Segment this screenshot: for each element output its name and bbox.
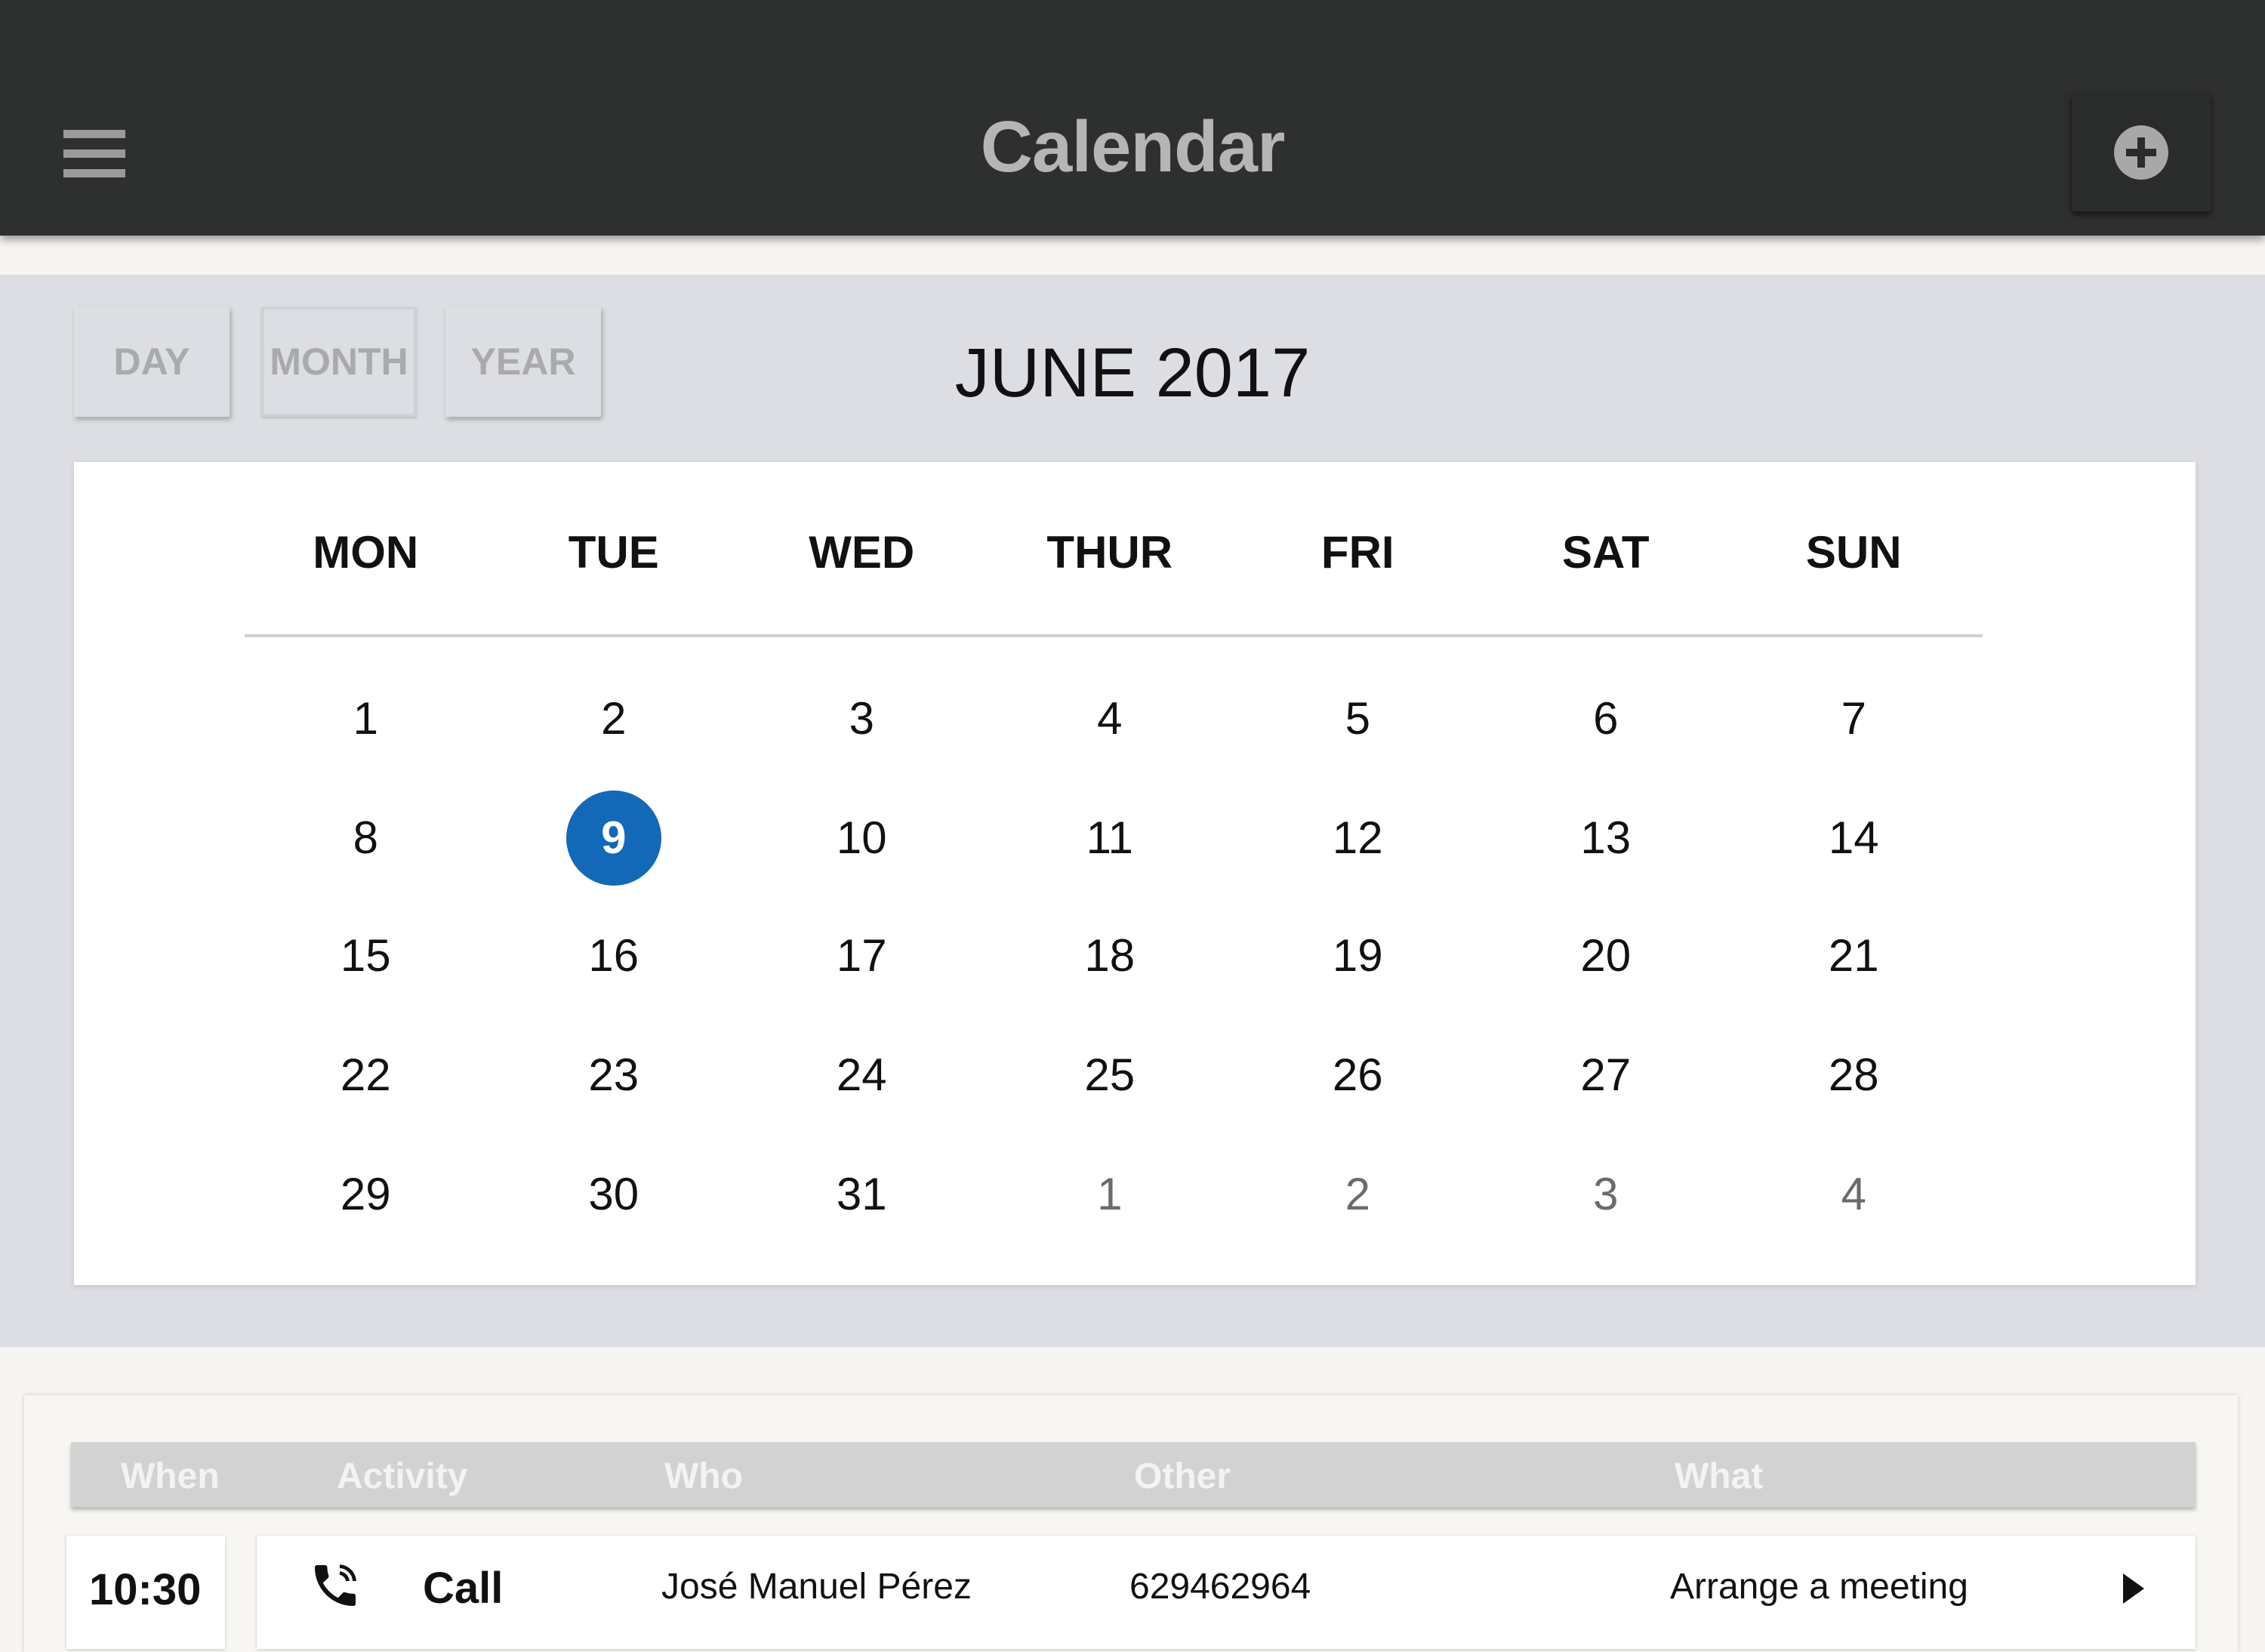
day-cell[interactable]: 30	[490, 1164, 738, 1225]
day-cell[interactable]: 14	[1730, 808, 1978, 868]
day-cell[interactable]: 5	[1234, 689, 1482, 749]
weekday-label: FRI	[1320, 527, 1394, 578]
add-event-button[interactable]	[2072, 94, 2211, 211]
weekday-label: SAT	[1561, 527, 1650, 578]
calendar-section: DAY MONTH YEAR JUNE 2017 MON TUE WED THU…	[0, 275, 2265, 1347]
week-row: 29 30 31 1 2 3 4	[242, 1164, 1978, 1225]
day-cell[interactable]: 7	[1730, 689, 1978, 749]
day-cell[interactable]: 2	[490, 689, 738, 749]
month-grid: MON TUE WED THUR FRI SAT SUN 1 2 3 4 5 6…	[74, 462, 2196, 1285]
column-when: When	[121, 1456, 220, 1496]
column-activity: Activity	[337, 1456, 468, 1496]
event-who: José Manuel Pérez	[661, 1567, 972, 1607]
top-app-bar: Calendar	[0, 0, 2265, 236]
phone-icon	[315, 1564, 356, 1606]
day-cell[interactable]: 27	[1482, 1045, 1730, 1105]
day-cell[interactable]: 17	[738, 926, 986, 986]
day-cell[interactable]: 6	[1482, 689, 1730, 749]
weekday-divider	[245, 634, 1983, 637]
day-cell[interactable]: 31	[738, 1164, 986, 1225]
week-row: 1 2 3 4 5 6 7	[242, 689, 1978, 749]
event-time: 10:30	[89, 1565, 202, 1614]
day-cell[interactable]: 18	[986, 926, 1234, 986]
event-activity: Call	[423, 1564, 504, 1613]
day-cell[interactable]: 4	[986, 689, 1234, 749]
agenda-header: When Activity Who Other What	[71, 1442, 2196, 1507]
day-cell[interactable]: 25	[986, 1045, 1234, 1105]
weekday-label: TUE	[568, 527, 659, 578]
day-cell[interactable]: 19	[1234, 926, 1482, 986]
view-year-button[interactable]: YEAR	[445, 307, 601, 417]
week-row: 8 9 10 11 12 13 14	[242, 791, 1978, 886]
event-what: Arrange a meeting	[1670, 1567, 1968, 1607]
weekday-header: MON TUE WED THUR FRI SAT SUN	[242, 526, 1978, 578]
day-cell-next-month[interactable]: 2	[1234, 1164, 1482, 1225]
day-cell-next-month[interactable]: 4	[1730, 1164, 1978, 1225]
view-month-button[interactable]: MONTH	[261, 307, 417, 417]
week-row: 22 23 24 25 26 27 28	[242, 1045, 1978, 1105]
day-cell[interactable]: 3	[738, 689, 986, 749]
day-cell[interactable]: 11	[986, 808, 1234, 868]
agenda-panel: When Activity Who Other What 10:30 Call …	[24, 1395, 2238, 1652]
page-title: Calendar	[980, 106, 1286, 187]
day-cell[interactable]: 28	[1730, 1045, 1978, 1105]
day-cell[interactable]: 1	[242, 689, 490, 749]
day-cell[interactable]: 15	[242, 926, 490, 986]
weekday-label: WED	[809, 527, 915, 578]
weekday-label: THUR	[1046, 527, 1173, 578]
selected-day-badge: 9	[565, 791, 661, 886]
month-title: JUNE 2017	[954, 334, 1311, 411]
week-row: 15 16 17 18 19 20 21	[242, 926, 1978, 986]
weekday-label: MON	[313, 527, 419, 578]
day-cell[interactable]: 22	[242, 1045, 490, 1105]
day-cell-selected[interactable]: 9	[490, 791, 738, 886]
weekday-label: SUN	[1805, 527, 1902, 578]
day-cell[interactable]: 10	[738, 808, 986, 868]
column-other: Other	[1134, 1456, 1231, 1496]
day-cell-next-month[interactable]: 3	[1482, 1164, 1730, 1225]
day-cell[interactable]: 8	[242, 808, 490, 868]
day-cell[interactable]: 20	[1482, 926, 1730, 986]
play-arrow-icon[interactable]	[2123, 1573, 2144, 1604]
day-cell[interactable]: 21	[1730, 926, 1978, 986]
day-cell[interactable]: 23	[490, 1045, 738, 1105]
view-day-button[interactable]: DAY	[74, 307, 230, 417]
plus-circle-icon	[2114, 125, 2168, 180]
day-cell[interactable]: 12	[1234, 808, 1482, 868]
column-who: Who	[664, 1456, 743, 1496]
event-other: 629462964	[1129, 1567, 1311, 1607]
day-cell[interactable]: 24	[738, 1045, 986, 1105]
day-cell[interactable]: 29	[242, 1164, 490, 1225]
day-cell[interactable]: 16	[490, 926, 738, 986]
day-cell[interactable]: 13	[1482, 808, 1730, 868]
column-what: What	[1675, 1456, 1764, 1496]
day-cell-next-month[interactable]: 1	[986, 1164, 1234, 1225]
day-cell[interactable]: 26	[1234, 1045, 1482, 1105]
